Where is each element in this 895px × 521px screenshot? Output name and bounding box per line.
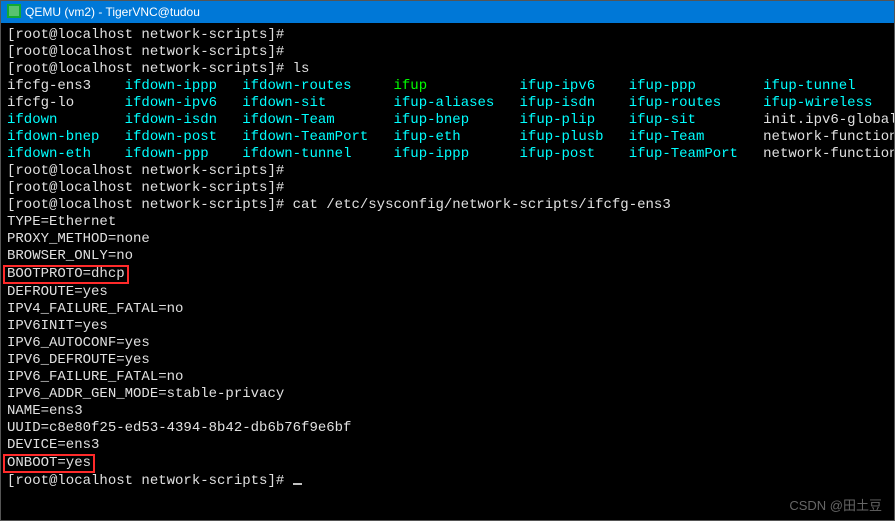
cfg-line: BROWSER_ONLY=no (7, 248, 888, 265)
cfg-line: IPV6_AUTOCONF=yes (7, 335, 888, 352)
ls-row: ifdown-bnep ifdown-post ifdown-TeamPort … (7, 129, 888, 146)
titlebar[interactable]: QEMU (vm2) - TigerVNC@tudou (1, 1, 894, 23)
cursor (293, 483, 302, 485)
prompt-line: [root@localhost network-scripts]# (7, 180, 888, 197)
terminal-output[interactable]: [root@localhost network-scripts]# [root@… (1, 23, 894, 494)
cfg-line: PROXY_METHOD=none (7, 231, 888, 248)
cfg-line: UUID=c8e80f25-ed53-4394-8b42-db6b76f9e6b… (7, 420, 888, 437)
cfg-line: IPV6_DEFROUTE=yes (7, 352, 888, 369)
cfg-line: ONBOOT=yes (7, 454, 888, 473)
cfg-line: BOOTPROTO=dhcp (7, 265, 888, 284)
watermark: CSDN @田土豆 (789, 495, 882, 514)
ls-row: ifdown-eth ifdown-ppp ifdown-tunnel ifup… (7, 146, 888, 163)
cfg-line: NAME=ens3 (7, 403, 888, 420)
cfg-line: IPV4_FAILURE_FATAL=no (7, 301, 888, 318)
prompt-line: [root@localhost network-scripts]# (7, 27, 888, 44)
vnc-window: QEMU (vm2) - TigerVNC@tudou [root@localh… (0, 0, 895, 521)
ls-row: ifdown ifdown-isdn ifdown-Team ifup-bnep… (7, 112, 888, 129)
cmd-cat-line: [root@localhost network-scripts]# cat /e… (7, 197, 888, 214)
cfg-line: TYPE=Ethernet (7, 214, 888, 231)
ls-row: ifcfg-lo ifdown-ipv6 ifdown-sit ifup-ali… (7, 95, 888, 112)
cmd-ls-line: [root@localhost network-scripts]# ls (7, 61, 888, 78)
app-icon (7, 3, 21, 17)
cfg-line: IPV6_FAILURE_FATAL=no (7, 369, 888, 386)
cfg-line: IPV6_ADDR_GEN_MODE=stable-privacy (7, 386, 888, 403)
prompt-line: [root@localhost network-scripts]# (7, 473, 888, 490)
hl-box: BOOTPROTO=dhcp (3, 265, 129, 284)
cfg-line: IPV6INIT=yes (7, 318, 888, 335)
window-title: QEMU (vm2) - TigerVNC@tudou (25, 5, 200, 19)
ls-row: ifcfg-ens3 ifdown-ippp ifdown-routes ifu… (7, 78, 888, 95)
hl-box: ONBOOT=yes (3, 454, 95, 473)
cfg-line: DEFROUTE=yes (7, 284, 888, 301)
cfg-line: DEVICE=ens3 (7, 437, 888, 454)
prompt-line: [root@localhost network-scripts]# (7, 44, 888, 61)
prompt-line: [root@localhost network-scripts]# (7, 163, 888, 180)
